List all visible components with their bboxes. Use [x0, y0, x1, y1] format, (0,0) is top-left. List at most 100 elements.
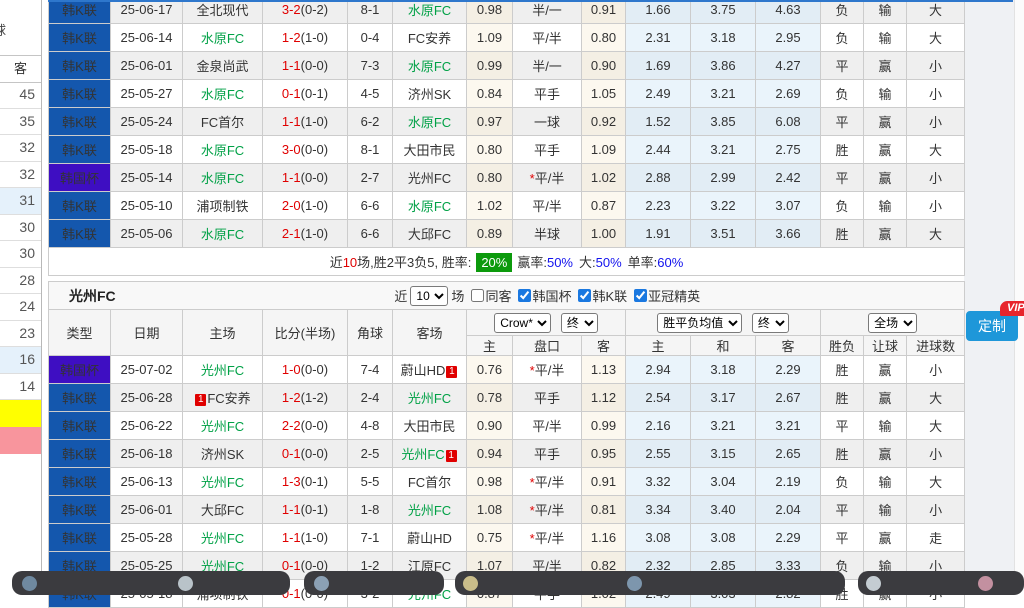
result-goals: 小	[907, 164, 965, 192]
corner-cell: 6-6	[348, 220, 393, 248]
app-icon	[463, 576, 478, 591]
result-goals: 走	[907, 524, 965, 552]
mean-type-select[interactable]: 胜平负均值	[657, 313, 742, 333]
match-row: 韩K联25-05-27水原FC0-1(0-1)4-5济州SK0.84平手1.05…	[49, 80, 965, 108]
away-team: 光州FC	[393, 164, 467, 192]
mean-draw: 3.17	[691, 384, 756, 412]
recent-form-summary: 近10场,胜2平3负5, 胜率:20%赢率:50%大:50%单率:60%	[49, 248, 965, 276]
result-goals: 小	[907, 356, 965, 384]
match-row: 韩K联25-06-17全北现代3-2(0-2)8-1水原FC0.98半/一0.9…	[49, 0, 965, 24]
away-team: 蔚山HD	[393, 524, 467, 552]
score-cell: 3-0(0-0)	[263, 136, 348, 164]
match-row: 韩K联25-05-06水原FC2-1(1-0)6-6大邱FC0.89半球1.00…	[49, 220, 965, 248]
mean-draw: 3.22	[691, 192, 756, 220]
result-goals: 小	[907, 192, 965, 220]
match-date: 25-05-24	[111, 108, 183, 136]
corner-cell: 0-4	[348, 24, 393, 52]
sub-away-odds: 客	[582, 336, 626, 356]
mean-away: 2.95	[756, 24, 821, 52]
home-team: 光州FC	[183, 412, 263, 440]
filter-kleague-checkbox[interactable]	[578, 289, 591, 302]
summary-row: 近10场,胜2平3负5, 胜率:20%赢率:50%大:50%单率:60%	[49, 248, 965, 276]
result-wdl: 负	[821, 468, 864, 496]
scrollbar-strip[interactable]	[1014, 0, 1024, 588]
taskbar-thumbnail[interactable]	[455, 571, 845, 595]
taskbar-thumbnail[interactable]	[304, 571, 444, 595]
sub-result-wdl: 胜负	[821, 336, 864, 356]
column-header-row: 类型 日期 主场 比分(半场) 角球 客场 Crow* 终 胜平负均值 终 全场	[49, 310, 965, 336]
match-date: 25-05-14	[111, 164, 183, 192]
handicap-cell: *平/半	[513, 356, 582, 384]
left-column-header: 客	[0, 55, 41, 83]
match-date: 25-06-14	[111, 24, 183, 52]
app-icon	[627, 576, 642, 591]
taskbar-thumbnail[interactable]	[12, 571, 290, 595]
suwon-history-table: 韩K联25-06-17全北现代3-2(0-2)8-1水原FC0.98半/一0.9…	[48, 0, 965, 276]
home-team: FC首尔	[183, 108, 263, 136]
league-badge: 韩K联	[49, 24, 111, 52]
mean-home: 2.23	[626, 192, 691, 220]
corner-cell: 2-4	[348, 384, 393, 412]
mean-draw: 3.21	[691, 412, 756, 440]
away-odds: 0.87	[582, 192, 626, 220]
home-odds: 0.99	[467, 52, 513, 80]
mean-draw: 2.99	[691, 164, 756, 192]
away-odds: 0.91	[582, 0, 626, 24]
mean-away: 6.08	[756, 108, 821, 136]
filter-acl-option[interactable]: 亚冠精英	[627, 286, 700, 305]
filter-cup-checkbox[interactable]	[518, 289, 531, 302]
clipped-text-fragment: 球	[0, 20, 6, 39]
mean-away: 3.07	[756, 192, 821, 220]
home-odds: 0.98	[467, 468, 513, 496]
filter-controls: 近 10 场 同客 韩国杯 韩K联 亚冠精英	[394, 286, 700, 306]
match-row: 韩K联25-05-24FC首尔1-1(1-0)6-2水原FC0.97一球0.92…	[49, 108, 965, 136]
red-card-badge: 1	[446, 366, 457, 378]
odds-source-select[interactable]: Crow*	[494, 313, 551, 333]
left-number-cell: 30	[0, 215, 41, 242]
away-team: 蔚山HD1	[393, 356, 467, 384]
handicap-cell: *平/半	[513, 468, 582, 496]
mean-final-select[interactable]: 终	[752, 313, 789, 333]
filter-kleague-option[interactable]: 韩K联	[571, 286, 627, 305]
mean-home: 1.69	[626, 52, 691, 80]
filter-acl-checkbox[interactable]	[634, 289, 647, 302]
same-away-option[interactable]: 同客	[464, 286, 511, 305]
home-odds: 1.02	[467, 192, 513, 220]
score-cell: 1-2(1-2)	[263, 384, 348, 412]
app-icon	[22, 576, 37, 591]
scope-select[interactable]: 全场	[868, 313, 917, 333]
app-icon	[866, 576, 881, 591]
filter-cup-option[interactable]: 韩国杯	[511, 286, 571, 305]
mean-away: 2.42	[756, 164, 821, 192]
league-badge: 韩K联	[49, 136, 111, 164]
away-odds: 0.90	[582, 52, 626, 80]
result-goals: 小	[907, 440, 965, 468]
recent-count-select[interactable]: 10	[410, 286, 448, 306]
away-odds: 0.80	[582, 24, 626, 52]
result-wdl: 胜	[821, 384, 864, 412]
mean-home: 2.88	[626, 164, 691, 192]
result-handicap: 赢	[864, 136, 907, 164]
league-badge: 韩K联	[49, 440, 111, 468]
same-away-checkbox[interactable]	[471, 289, 484, 302]
taskbar-thumbnail[interactable]	[858, 571, 1024, 595]
result-wdl: 平	[821, 52, 864, 80]
app-icon	[314, 576, 329, 591]
left-number-cell: 32	[0, 162, 41, 189]
handicap-cell: *平/半	[513, 524, 582, 552]
score-cell: 1-2(1-0)	[263, 24, 348, 52]
away-team: 水原FC	[393, 108, 467, 136]
home-team: 水原FC	[183, 136, 263, 164]
mean-away: 4.63	[756, 0, 821, 24]
match-date: 25-07-02	[111, 356, 183, 384]
mean-draw: 3.85	[691, 108, 756, 136]
result-handicap: 输	[864, 412, 907, 440]
mean-draw: 3.40	[691, 496, 756, 524]
odds-final-select[interactable]: 终	[561, 313, 598, 333]
mean-home: 2.55	[626, 440, 691, 468]
match-row: 韩K联25-06-22光州FC2-2(0-0)4-8大田市民0.90平/半0.9…	[49, 412, 965, 440]
score-cell: 2-1(1-0)	[263, 220, 348, 248]
left-number-cell: 28	[0, 268, 41, 295]
home-odds: 0.89	[467, 220, 513, 248]
result-handicap: 赢	[864, 356, 907, 384]
